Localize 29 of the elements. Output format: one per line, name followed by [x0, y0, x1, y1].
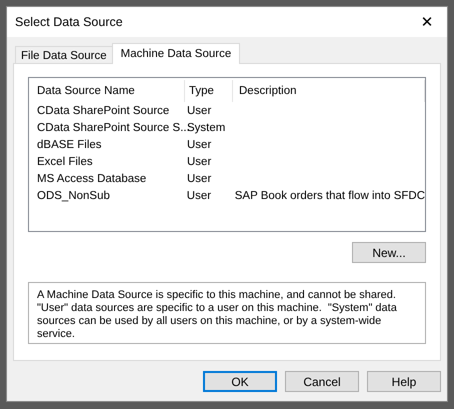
table-cell-text: User	[186, 104, 212, 116]
list-row[interactable]: dBASE Files User	[35, 136, 425, 153]
close-button[interactable]: ✕	[407, 7, 447, 37]
table-cell-text: dBASE Files	[36, 138, 103, 150]
new-button[interactable]: New...	[352, 242, 426, 263]
list-row[interactable]: CData SharePoint Source User	[35, 102, 425, 119]
dialog-button[interactable]: Help	[367, 371, 441, 392]
list-row[interactable]: ODS_NonSub User SAP Book orders that flow into SFDC	[35, 187, 425, 204]
dialog-button[interactable]: OK	[203, 371, 277, 392]
list-row[interactable]: CData SharePoint Source S...System	[35, 119, 425, 136]
table-cell-text: ODS_NonSub	[36, 190, 111, 202]
dialog-button[interactable]: Cancel	[285, 371, 359, 392]
table-cell-text: User	[186, 172, 212, 184]
column-header[interactable]: Data Source Name	[35, 80, 185, 102]
column-header[interactable]: Description	[233, 80, 425, 102]
table-cell-text: CData SharePoint Source	[36, 104, 170, 116]
window-title: Select Data Source	[15, 15, 123, 29]
tab[interactable]: File Data Source	[15, 46, 113, 64]
table-cell-text: User	[186, 190, 212, 202]
table-cell-text: SAP Book orders that flow into SFDC	[234, 190, 425, 202]
table-cell-text: MS Access Database	[36, 172, 148, 184]
column-header[interactable]: Type	[185, 80, 233, 102]
table-cell-text: User	[186, 138, 212, 150]
list-row[interactable]: MS Access Database User	[35, 170, 425, 187]
table-cell-text: User	[186, 156, 212, 168]
tab[interactable]: Machine Data Source	[112, 43, 240, 64]
list-row[interactable]: Excel Files User	[35, 153, 425, 170]
table-cell-text: Excel Files	[36, 156, 94, 168]
info-text: A Machine Data Source is specific to this machine, and cannot be shared. "User" data sources are specific to a user on this machine. "System" data sources can be used by all users on this machine, or by a system-wide service.	[37, 289, 398, 341]
